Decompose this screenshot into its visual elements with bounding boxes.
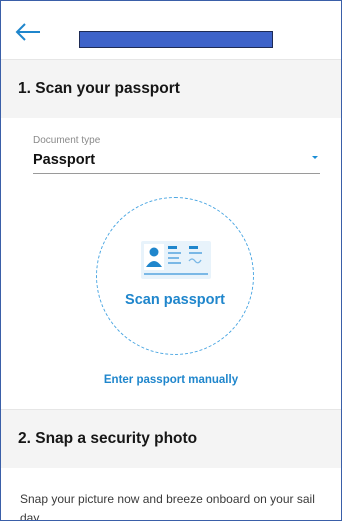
scan-passport-button[interactable]: Scan passport — [96, 197, 254, 355]
redacted-page-title — [79, 31, 273, 48]
document-type-value: Passport — [33, 152, 96, 168]
section-scan-passport-header: 1. Scan your passport — [1, 59, 341, 118]
document-type-select[interactable]: Passport — [33, 148, 320, 174]
security-photo-description: Snap your picture now and breeze onboard… — [20, 492, 315, 521]
section-security-photo-header: 2. Snap a security photo — [1, 409, 341, 468]
scan-passport-label: Scan passport — [125, 292, 225, 308]
passport-id-card-icon — [141, 241, 211, 279]
section-title: 1. Scan your passport — [18, 80, 180, 97]
document-type-label: Document type — [33, 135, 101, 146]
section-title: 2. Snap a security photo — [18, 430, 198, 447]
top-bar — [1, 1, 341, 59]
caret-down-icon — [312, 156, 318, 159]
arrow-left-icon — [15, 23, 40, 41]
back-button[interactable] — [13, 17, 43, 47]
screen: 1. Scan your passport Document type Pass… — [0, 0, 342, 521]
enter-passport-manually-link[interactable]: Enter passport manually — [1, 374, 341, 386]
scan-passport-section: Document type Passport Scan passport Ent… — [1, 118, 341, 409]
